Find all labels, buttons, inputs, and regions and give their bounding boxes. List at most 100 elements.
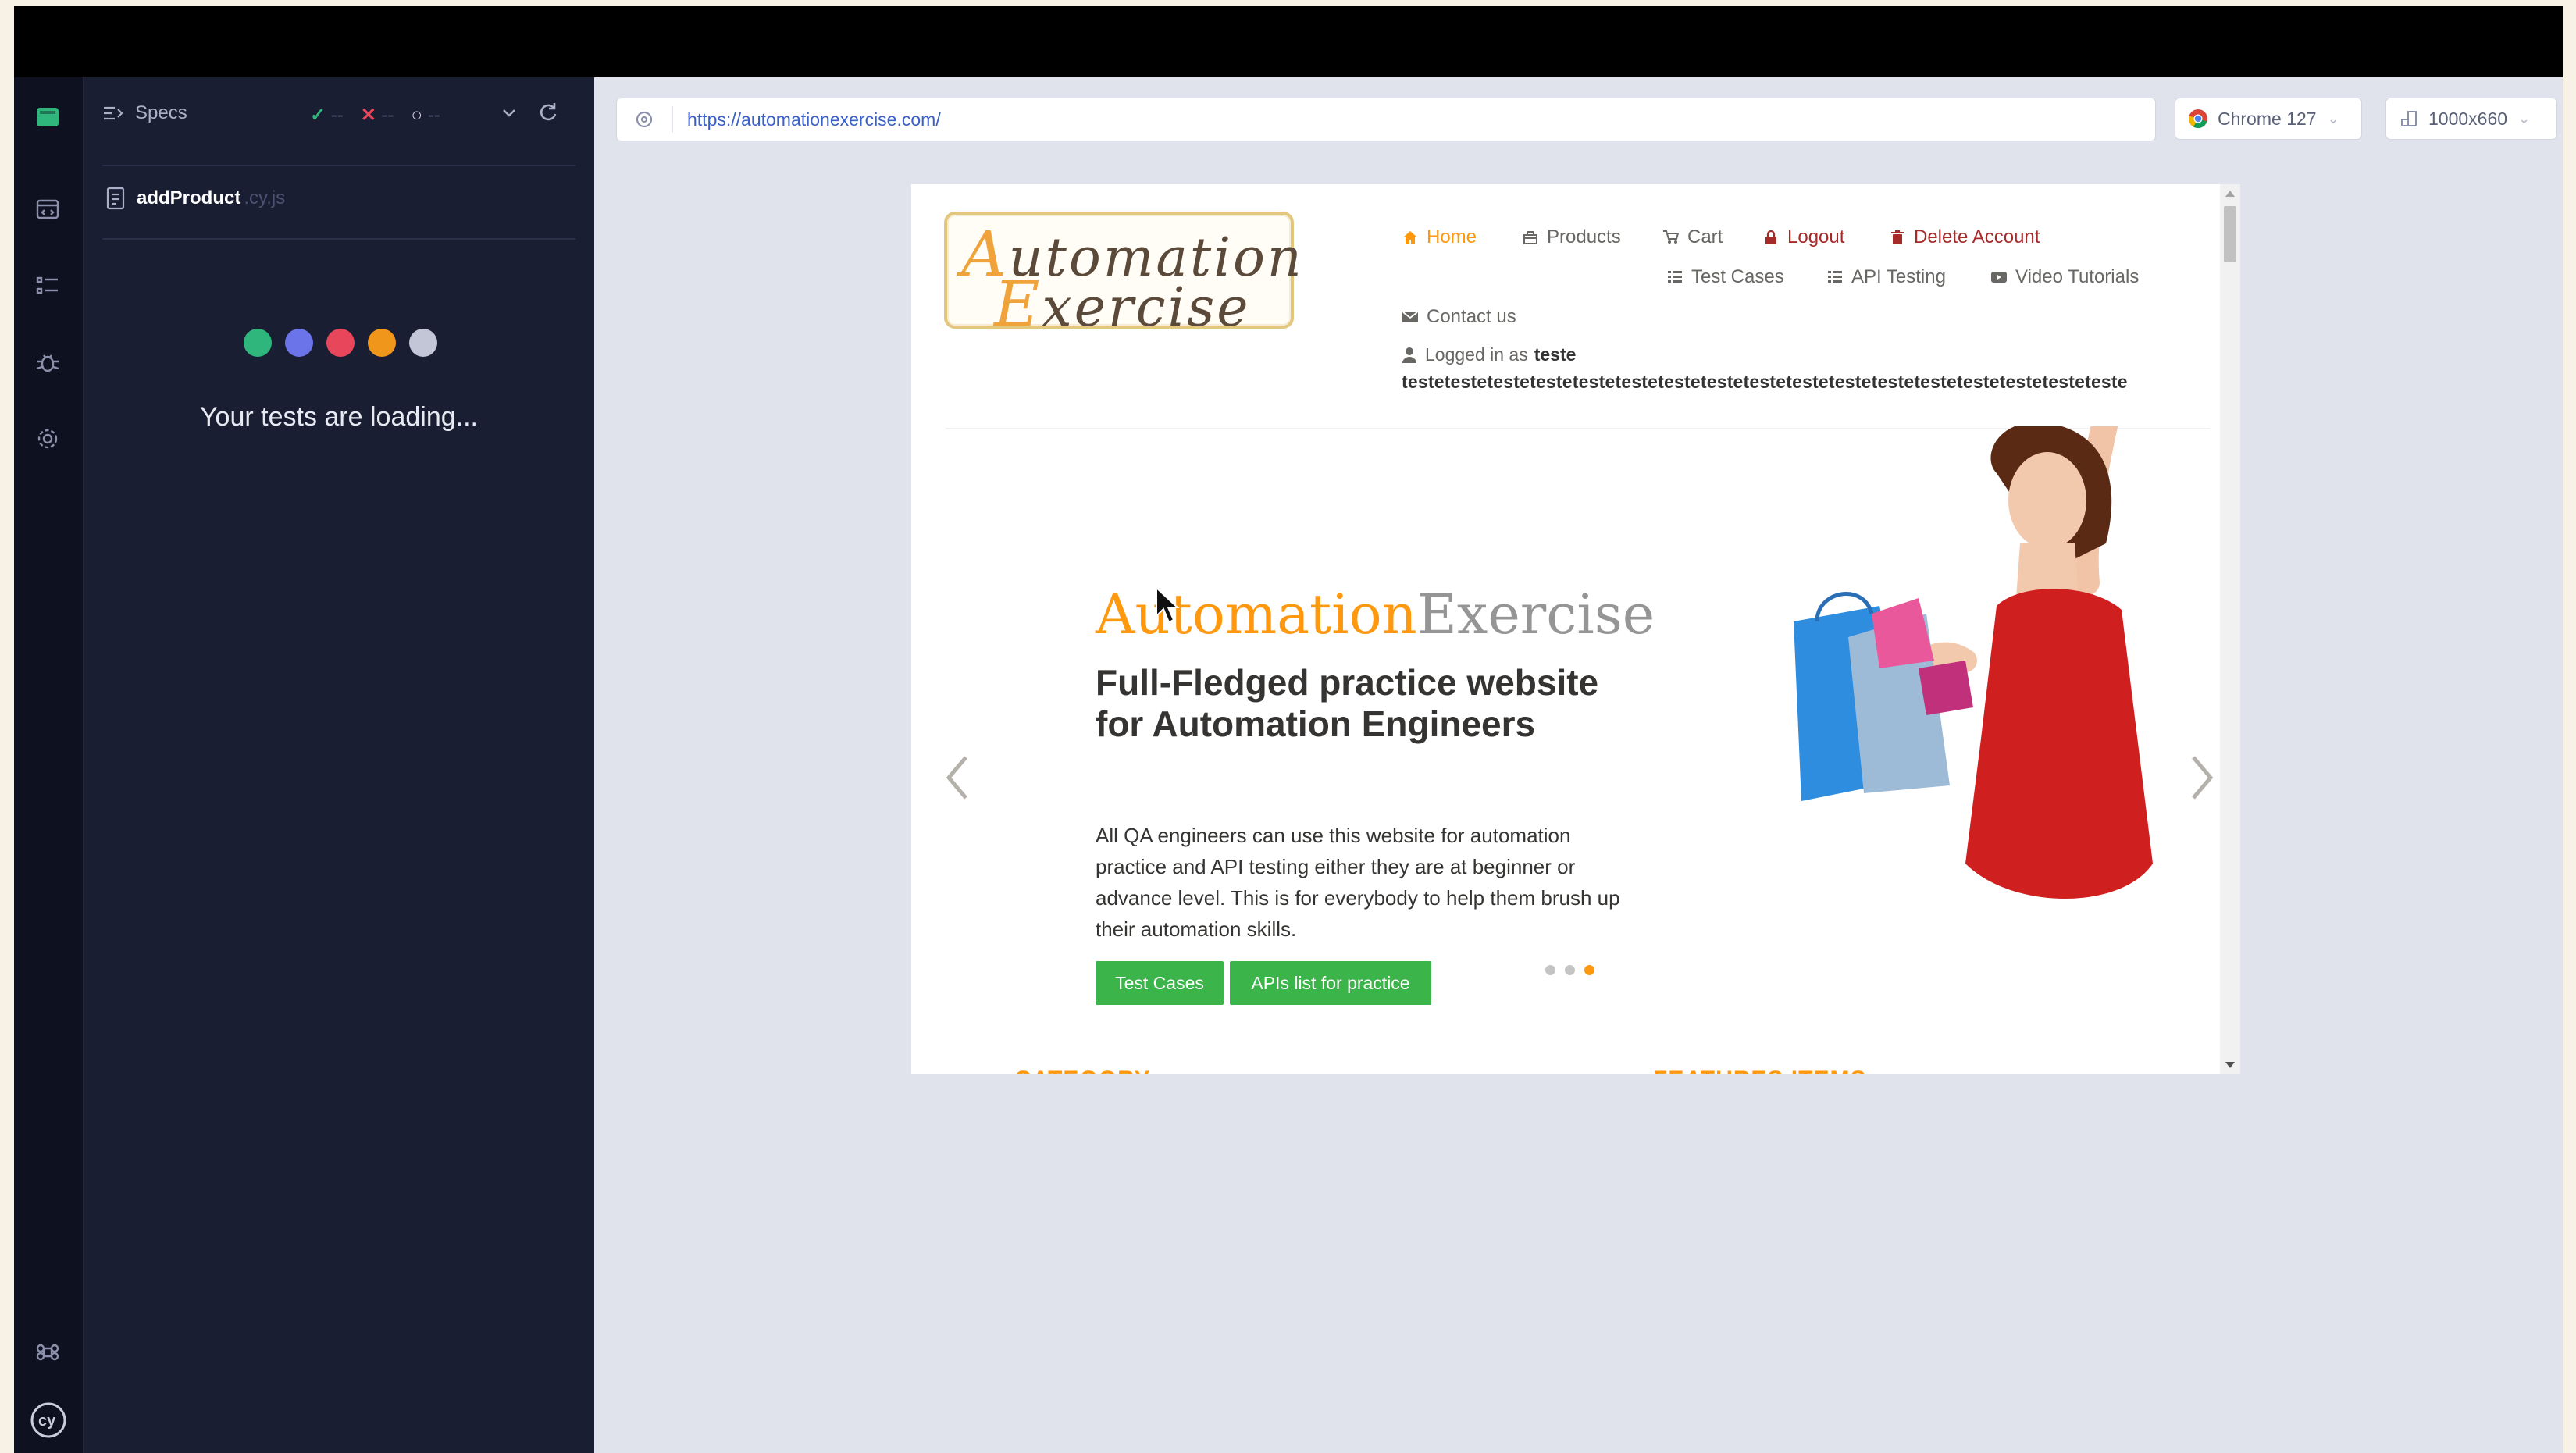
hero-model-image <box>1794 426 2153 899</box>
product-icon <box>1523 231 1537 244</box>
nav-test-cases[interactable]: Test Cases <box>1666 266 1784 288</box>
trash-icon <box>1891 230 1904 244</box>
nav-cart[interactable]: Cart <box>1662 226 1723 248</box>
carousel-indicators <box>1545 965 1594 975</box>
nav-delete-account[interactable]: Delete Account <box>1889 226 2040 248</box>
url-text: https://automationexercise.com/ <box>687 109 941 130</box>
nav-test-cases-label: Test Cases <box>1691 266 1784 287</box>
loading-message: Your tests are loading... <box>200 402 478 432</box>
mouse-cursor-icon <box>1156 586 1180 624</box>
cypress-logo-icon[interactable] <box>34 104 61 130</box>
test-cases-button[interactable]: Test Cases <box>1096 961 1224 1005</box>
loading-indicator <box>244 329 437 357</box>
nav-products[interactable]: Products <box>1522 226 1621 248</box>
nav-contact-us-label: Contact us <box>1427 306 1516 327</box>
apis-list-button[interactable]: APIs list for practice <box>1230 961 1431 1005</box>
carousel-indicator[interactable] <box>1545 965 1555 975</box>
browser-window-icon[interactable] <box>34 196 61 223</box>
cart-icon <box>1663 230 1680 244</box>
hero-subtitle: Full-Fledged practice website for Automa… <box>1096 662 1599 744</box>
nav-cart-label: Cart <box>1687 226 1723 248</box>
loader-dot <box>285 329 313 357</box>
pending-icon: ○ <box>411 104 423 126</box>
file-icon <box>106 187 125 210</box>
specs-panel: Specs ✓ -- ✕ -- ○ -- addProduct .cy.js Yo… <box>84 77 594 1453</box>
viewport-size[interactable]: 1000x660 ⌄ <box>2385 98 2557 140</box>
spec-file-item[interactable]: addProduct .cy.js <box>105 187 285 210</box>
hero-title-b: Exercise <box>1416 582 1655 646</box>
logged-in-username: teste <box>1534 344 1577 365</box>
loader-dot <box>326 329 355 357</box>
list-icon <box>1828 271 1842 283</box>
youtube-icon <box>1991 272 2007 283</box>
aut-scrollbar[interactable] <box>2220 184 2240 1074</box>
rerun-icon[interactable] <box>536 101 565 129</box>
nav-products-label: Products <box>1547 226 1621 248</box>
nav-logout[interactable]: Logout <box>1762 226 1844 248</box>
cypress-nav-rail: cy <box>14 77 84 1453</box>
nav-video-tutorials-label: Video Tutorials <box>2015 266 2140 287</box>
chevron-down-icon: ⌄ <box>2518 110 2531 126</box>
scroll-down-arrow[interactable] <box>2225 1062 2235 1068</box>
list-icon[interactable] <box>34 272 61 299</box>
svg-text:cy: cy <box>38 1412 56 1430</box>
nav-video-tutorials[interactable]: Video Tutorials <box>1990 266 2139 288</box>
list-icon <box>1668 271 1682 283</box>
chrome-icon <box>2189 109 2207 128</box>
panel-divider <box>102 165 575 166</box>
passed-icon: ✓ <box>310 105 326 126</box>
chevron-down-icon: ⌄ <box>2327 110 2339 126</box>
site-logo[interactable]: Automation Exercise <box>944 212 1302 340</box>
carousel-next-icon[interactable] <box>2182 746 2221 809</box>
pending-stat: ○ -- <box>411 104 440 126</box>
nav-api-testing[interactable]: API Testing <box>1826 266 1946 288</box>
category-heading: CATEGORY <box>1014 1067 1151 1074</box>
chevron-down-icon[interactable] <box>497 101 526 129</box>
nav-delete-account-label: Delete Account <box>1914 226 2040 248</box>
cy-logo-icon[interactable]: cy <box>30 1401 67 1439</box>
hero-description: All QA engineers can use this website fo… <box>1096 824 1620 941</box>
user-icon <box>1402 347 1416 363</box>
panel-divider <box>102 238 575 240</box>
nav-api-testing-label: API Testing <box>1851 266 1946 287</box>
specs-header[interactable]: Specs <box>102 98 187 129</box>
nav-logout-label: Logout <box>1787 226 1845 248</box>
selector-playground-icon[interactable] <box>632 108 656 131</box>
nav-contact-us[interactable]: Contact us <box>1402 306 1516 328</box>
spec-file-ext: .cy.js <box>244 187 286 208</box>
logged-in-status: Logged in as teste <box>1402 344 1576 365</box>
scroll-up-arrow[interactable] <box>2225 191 2235 197</box>
url-bar[interactable]: https://automationexercise.com/ <box>616 98 2156 141</box>
specs-toggle-icon <box>104 106 123 120</box>
carousel-indicator[interactable] <box>1565 965 1575 975</box>
carousel-indicator[interactable] <box>1584 965 1594 975</box>
aut-viewport: Automation Exercise Home Products Cart L… <box>911 184 2240 1074</box>
envelope-icon <box>1402 312 1418 322</box>
aut-container: https://automationexercise.com/ Chrome 1… <box>594 77 2563 1453</box>
loader-dot <box>244 329 272 357</box>
viewport-icon <box>2401 111 2417 126</box>
carousel-prev-icon[interactable] <box>938 746 977 809</box>
logo-line-2: Exercise <box>994 268 1251 340</box>
lock-icon <box>1765 230 1776 244</box>
browser-selector[interactable]: Chrome 127 ⌄ <box>2175 98 2362 140</box>
loader-dot <box>409 329 437 357</box>
features-items-heading: FEATURES ITEMS <box>1653 1067 1866 1074</box>
logged-in-label: Logged in as <box>1425 344 1528 365</box>
passed-stat: ✓ -- <box>310 105 344 126</box>
viewport-size-text: 1000x660 <box>2428 108 2508 129</box>
spec-file-name: addProduct <box>137 187 241 208</box>
bug-icon[interactable] <box>34 349 61 376</box>
test-stats: ✓ -- ✕ -- ○ -- <box>310 104 440 126</box>
url-bar-divider <box>672 106 673 133</box>
nav-home[interactable]: Home <box>1402 226 1477 248</box>
nav-home-label: Home <box>1427 226 1477 248</box>
scroll-thumb[interactable] <box>2224 206 2236 262</box>
failed-stat: ✕ -- <box>360 105 394 126</box>
gear-icon[interactable] <box>34 426 61 452</box>
command-key-icon[interactable] <box>34 1339 61 1366</box>
home-icon <box>1403 231 1417 244</box>
loader-dot <box>368 329 396 357</box>
failed-icon: ✕ <box>360 105 376 126</box>
browser-name: Chrome 127 <box>2218 108 2317 129</box>
